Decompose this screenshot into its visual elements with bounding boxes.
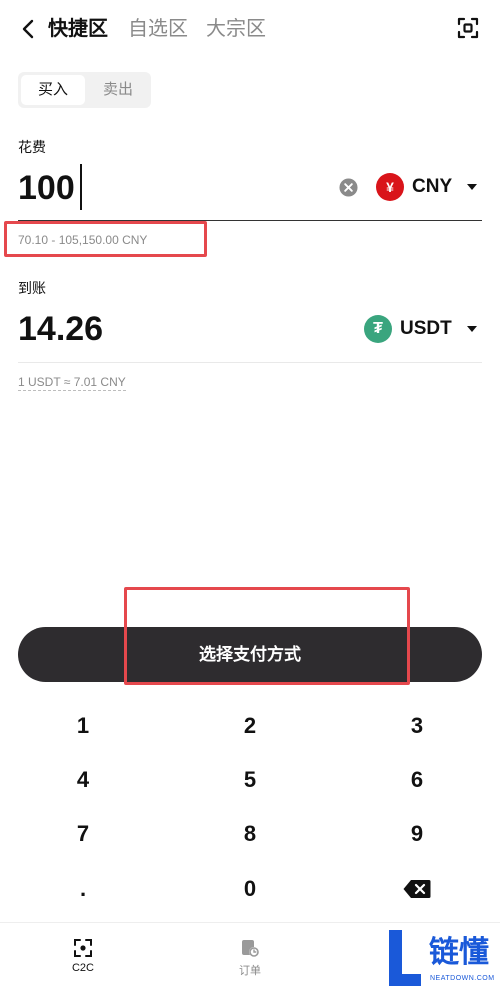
keypad-key-6[interactable]: 6 bbox=[357, 758, 477, 802]
clear-input-icon[interactable] bbox=[339, 178, 358, 197]
buy-tab[interactable]: 买入 bbox=[21, 75, 85, 105]
keypad-key-9[interactable]: 9 bbox=[357, 812, 477, 856]
bottom-nav-divider bbox=[0, 922, 500, 923]
tab-quick[interactable]: 快捷区 bbox=[48, 16, 108, 42]
keypad-key-7[interactable]: 7 bbox=[23, 812, 143, 856]
orders-icon[interactable] bbox=[240, 938, 260, 958]
keypad-key-3[interactable]: 3 bbox=[357, 704, 477, 748]
receive-label: 到账 bbox=[18, 280, 46, 296]
receive-divider bbox=[18, 362, 482, 363]
keypad-key-5[interactable]: 5 bbox=[190, 758, 310, 802]
chevron-down-icon[interactable] bbox=[467, 184, 477, 190]
receive-currency-selector[interactable]: USDT bbox=[400, 315, 452, 343]
back-arrow-icon[interactable] bbox=[16, 16, 42, 42]
watermark-logo: 链懂 NEATDOWN.COM bbox=[386, 930, 496, 990]
spend-currency-selector[interactable]: CNY bbox=[412, 173, 452, 201]
annotation-highlight-button bbox=[124, 587, 410, 685]
watermark-logo-mark bbox=[386, 930, 426, 990]
chevron-down-icon[interactable] bbox=[467, 326, 477, 332]
cny-currency-icon: ¥ bbox=[376, 173, 404, 201]
scan-icon[interactable] bbox=[456, 16, 480, 40]
keypad-key-2[interactable]: 2 bbox=[190, 704, 310, 748]
receive-amount: 14.26 bbox=[18, 310, 104, 348]
annotation-highlight-range bbox=[4, 221, 207, 257]
tab-custom[interactable]: 自选区 bbox=[128, 16, 188, 42]
sell-tab[interactable]: 卖出 bbox=[87, 75, 149, 105]
keypad-key-1[interactable]: 1 bbox=[23, 704, 143, 748]
watermark-site: NEATDOWN.COM bbox=[430, 975, 495, 982]
tab-block[interactable]: 大宗区 bbox=[206, 16, 266, 42]
watermark-name: 链懂 bbox=[429, 936, 489, 969]
spend-amount-input[interactable]: 100 bbox=[18, 168, 75, 208]
c2c-icon[interactable] bbox=[73, 938, 93, 958]
exchange-rate-text[interactable]: 1 USDT ≈ 7.01 CNY bbox=[18, 375, 126, 391]
keypad-key-0[interactable]: 0 bbox=[190, 867, 310, 911]
usdt-currency-icon: ₮ bbox=[364, 315, 392, 343]
nav-orders-label[interactable]: 订单 bbox=[220, 962, 280, 978]
backspace-icon[interactable] bbox=[403, 879, 431, 899]
text-caret bbox=[80, 164, 82, 210]
keypad-key-dot[interactable]: . bbox=[23, 867, 143, 911]
nav-c2c-label[interactable]: C2C bbox=[53, 962, 113, 974]
keypad-key-4[interactable]: 4 bbox=[23, 758, 143, 802]
spend-label: 花费 bbox=[18, 139, 46, 155]
keypad-key-8[interactable]: 8 bbox=[190, 812, 310, 856]
